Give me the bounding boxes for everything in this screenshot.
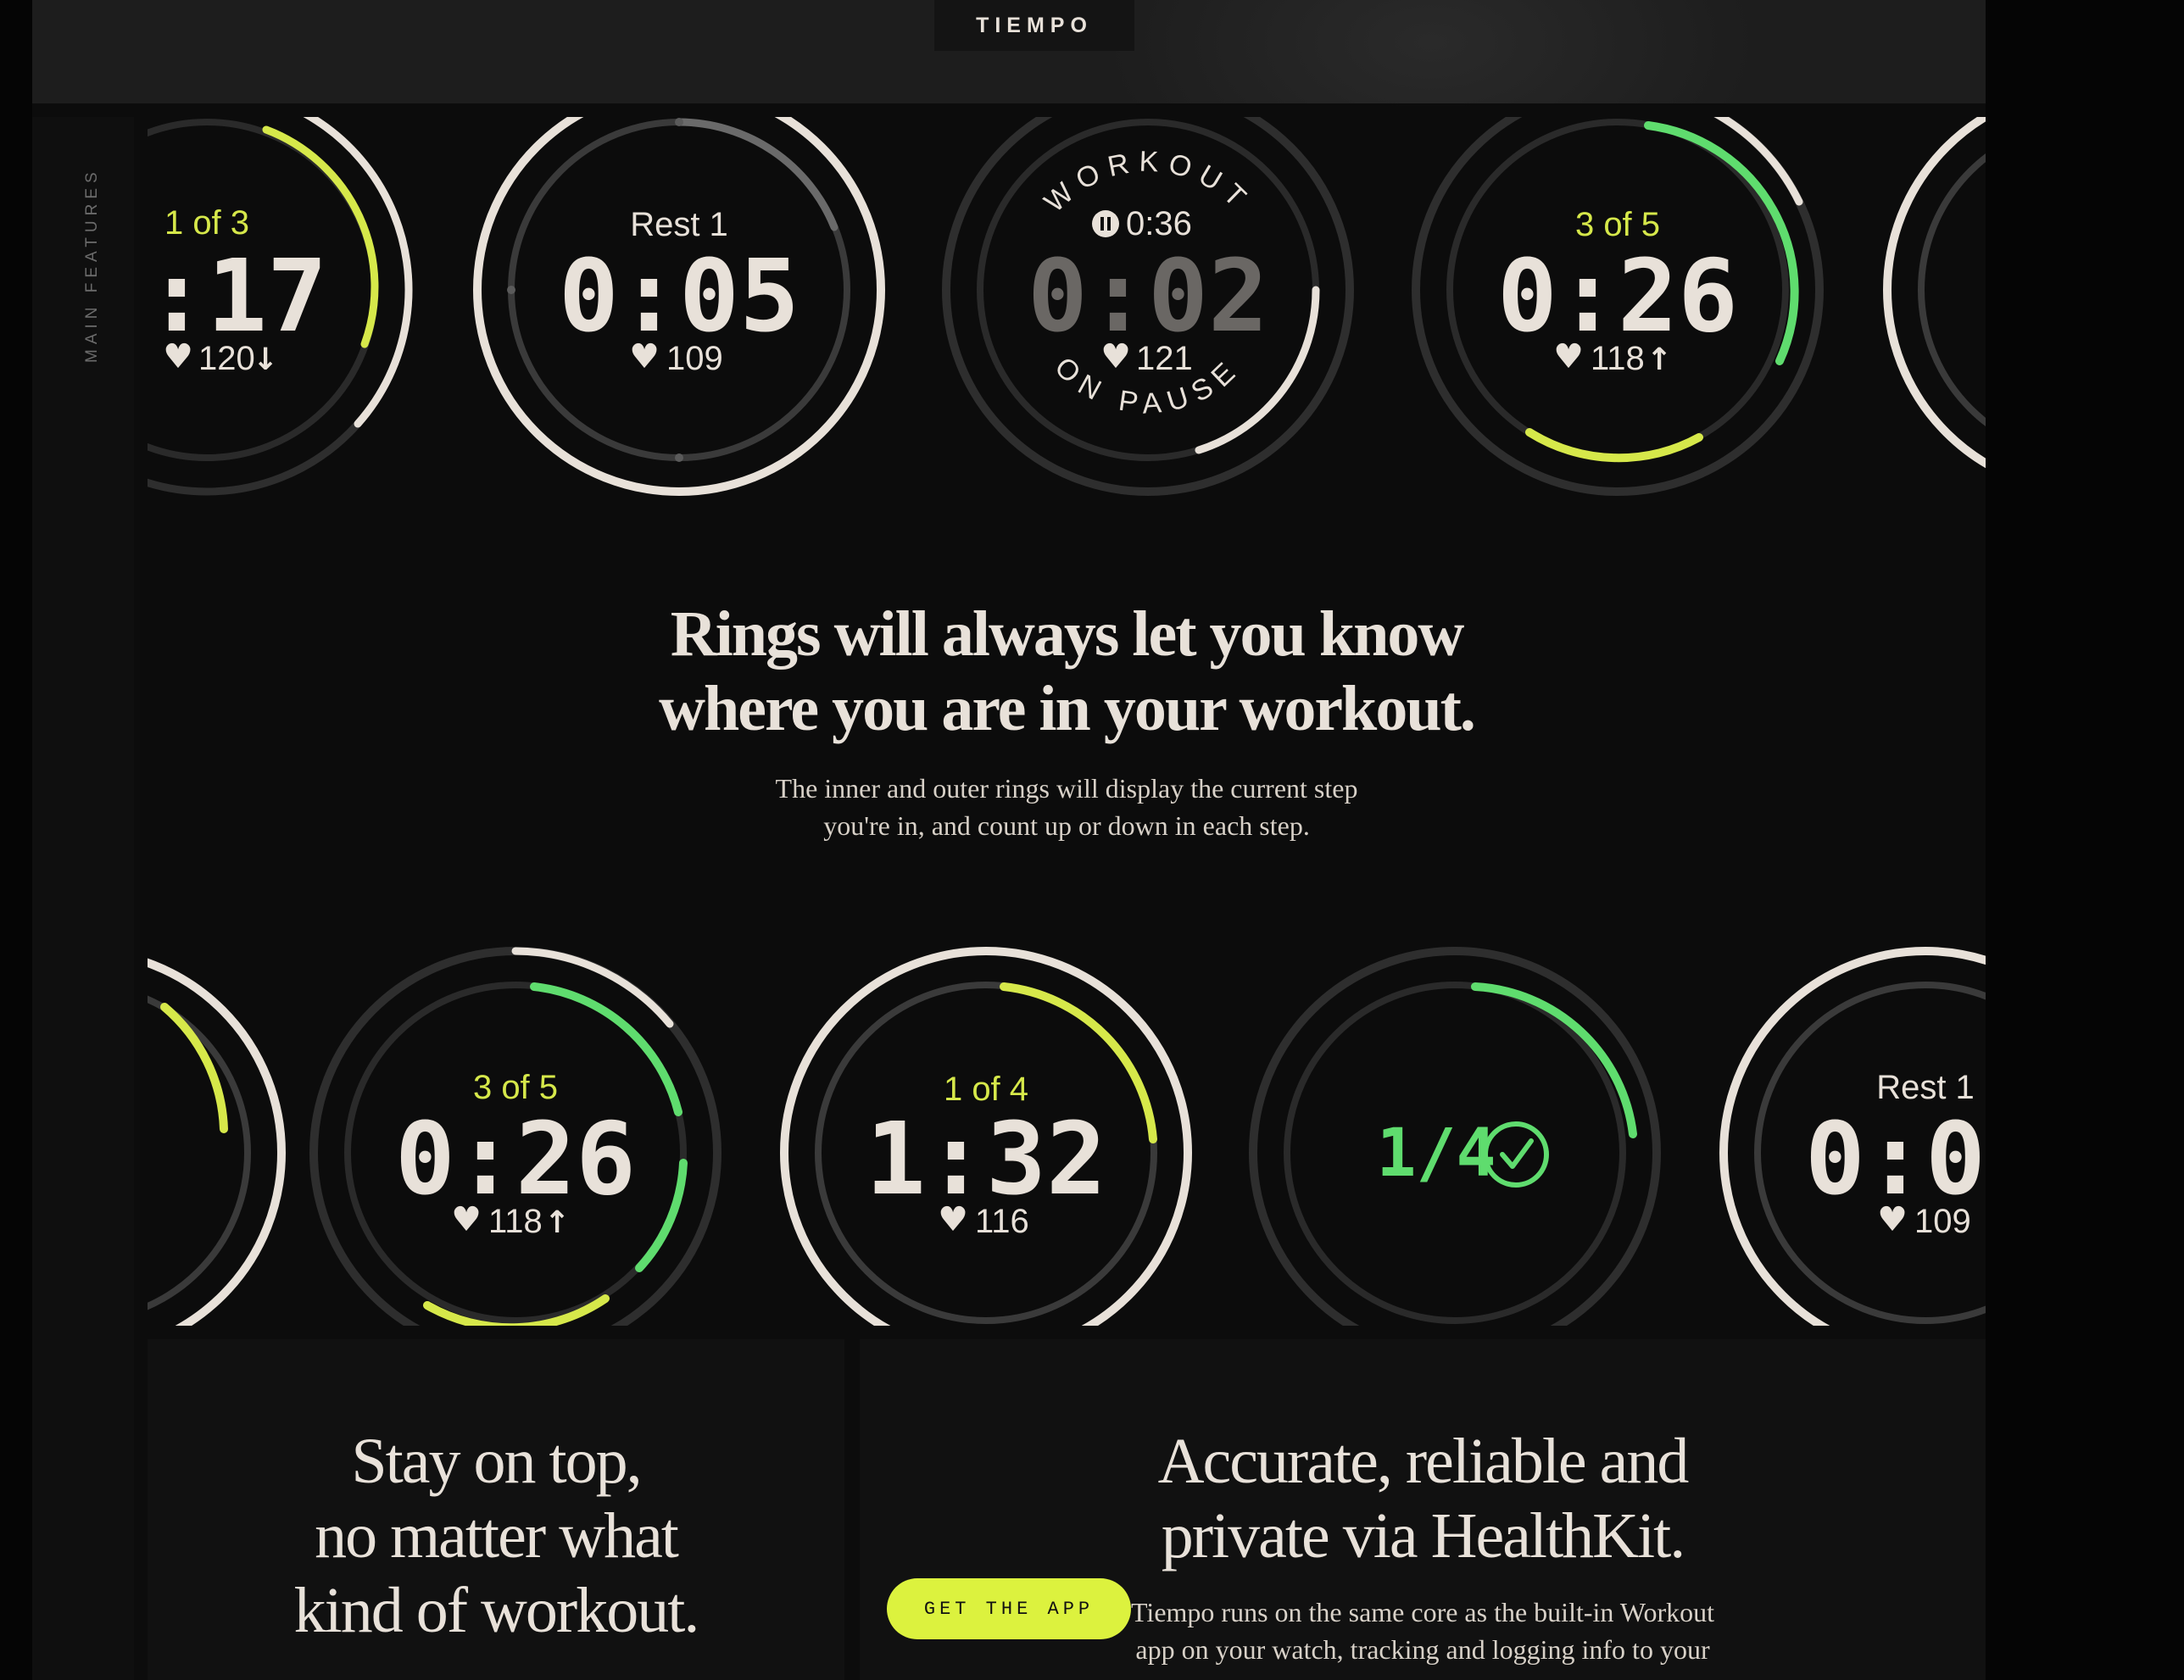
hero-banner: TIEMPO (32, 0, 1986, 103)
watch-faces-strip-top: 1 of 3 0:17 ♥ 120 ↓ Rest 1 0:05 ♥ 109 (148, 117, 1986, 503)
watch-face-2: Rest 1 0:05 ♥ 109 (473, 117, 885, 496)
pause-icon (1092, 210, 1119, 237)
watch-face-4: 3 of 5 0:26 ♥ 118 ↑ (1412, 117, 1824, 496)
watch-face-b3-complete: 1/4 (1249, 947, 1661, 1326)
time-display: 0:26 (395, 1100, 636, 1217)
card-right-line2: private via HealthKit. (1161, 1500, 1686, 1572)
heart-icon: ♥ (1100, 337, 1131, 376)
get-the-app-button[interactable]: GET THE APP (887, 1578, 1131, 1639)
time-display: 0:05 (559, 237, 800, 354)
heart-icon: ♥ (629, 337, 660, 376)
watch-face-b2: 1 of 4 1:32 ♥ 116 (780, 947, 1192, 1326)
heart-icon: ♥ (163, 337, 193, 376)
time-display: 0:26 (1497, 237, 1738, 354)
trend-down-icon: ↓ (253, 342, 278, 377)
step-complete-label: 1/4 (1377, 1115, 1496, 1192)
heart-rate: 120 (198, 340, 255, 377)
time-display: 0:02 (1028, 237, 1268, 354)
watch-faces-top-svg: 1 of 3 0:17 ♥ 120 ↓ Rest 1 0:05 ♥ 109 (148, 117, 1986, 496)
watch-faces-bottom-svg: 3 of 5 0:26 ♥ 118 ↑ 1 of 4 1:32 ♥ 116 1/… (148, 947, 1986, 1326)
heart-rate: 118 (1591, 340, 1645, 377)
watch-face-b4-partial: Rest 1 0:05 ♥ 109 (1719, 947, 1986, 1326)
logo[interactable]: TIEMPO (934, 0, 1134, 51)
heart-icon: ♥ (1877, 1200, 1908, 1239)
card-left-line1: Stay on top, (351, 1426, 642, 1497)
watch-face-1: 1 of 3 0:17 ♥ 120 ↓ (148, 117, 413, 496)
watch-face-partial-left (148, 958, 286, 1326)
heart-icon: ♥ (938, 1200, 968, 1239)
heart-rate: 109 (666, 340, 723, 377)
heart-rate: 109 (1914, 1203, 1971, 1240)
card-left-line2: no matter what (315, 1500, 679, 1572)
rings-section: Rings will always let you know where you… (148, 503, 1986, 943)
watch-face-5-partial (1883, 117, 1986, 469)
card-left-line3: kind of workout. (293, 1575, 700, 1646)
heart-icon: ♥ (451, 1200, 482, 1239)
heart-rate: 121 (1136, 340, 1193, 377)
watch-faces-strip-bottom: 3 of 5 0:26 ♥ 118 ↑ 1 of 4 1:32 ♥ 116 1/… (148, 943, 1986, 1326)
rings-body-line2: you're in, and count up or down in each … (823, 810, 1310, 841)
heart-rate: 118 (488, 1203, 543, 1240)
watch-face-b1: 3 of 5 0:26 ♥ 118 ↑ (309, 947, 722, 1326)
trend-up-icon: ↑ (544, 1205, 570, 1240)
rings-headline-line2: where you are in your workout. (659, 673, 1476, 744)
rings-headline-line1: Rings will always let you know (670, 598, 1465, 670)
rings-body-line1: The inner and outer rings will display t… (775, 773, 1358, 804)
feature-card-workout-types: Stay on top, no matter what kind of work… (148, 1339, 844, 1680)
watch-face-3-paused: WORKOUT ON PAUSE 0:36 0:02 ♥ 121 (942, 117, 1354, 496)
heart-rate: 116 (975, 1203, 1029, 1240)
heart-icon: ♥ (1553, 337, 1584, 376)
step-label: 1 of 3 (164, 204, 249, 242)
time-display: 1:32 (866, 1100, 1106, 1217)
card-right-line1: Accurate, reliable and (1157, 1426, 1690, 1497)
sidebar-section-label: MAIN FEATURES (83, 167, 101, 363)
trend-up-icon: ↑ (1646, 342, 1672, 377)
